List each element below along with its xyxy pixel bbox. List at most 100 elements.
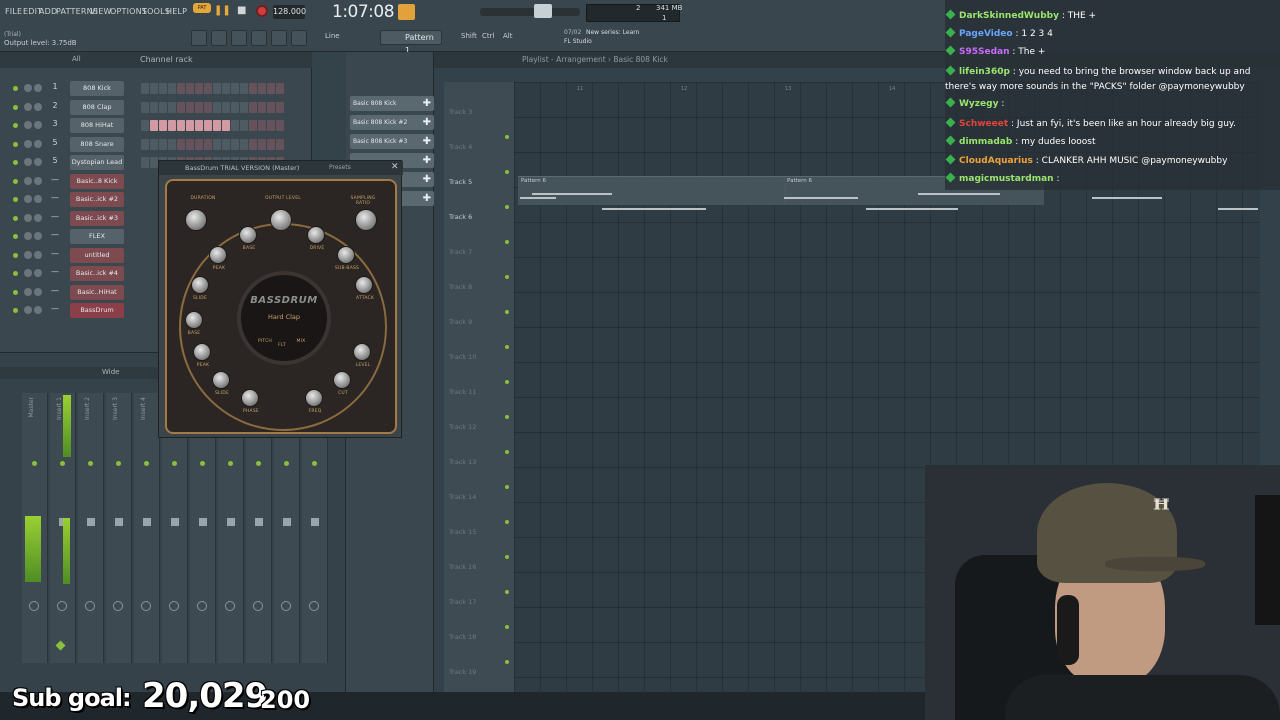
- channel-mixer-track[interactable]: —: [48, 286, 62, 295]
- track-mute-led[interactable]: [505, 485, 509, 489]
- mixer-send-knob[interactable]: [309, 601, 319, 611]
- mixer-strip-led[interactable]: [116, 461, 121, 466]
- track-label[interactable]: Track 3: [449, 108, 472, 116]
- channel-mute-led[interactable]: [13, 215, 18, 221]
- plus-icon[interactable]: ✚: [423, 134, 431, 149]
- step-button[interactable]: [141, 101, 149, 113]
- track-mute-led[interactable]: [505, 415, 509, 419]
- mixer-fader-handle[interactable]: [283, 518, 291, 526]
- channel-mixer-track[interactable]: 3: [48, 119, 62, 128]
- snap-select[interactable]: Line: [325, 32, 340, 40]
- sub-bass-knob[interactable]: [337, 246, 355, 264]
- channel-volume-knob[interactable]: [34, 121, 42, 129]
- step-button[interactable]: [276, 83, 284, 94]
- track-label[interactable]: Track 12: [449, 423, 476, 431]
- mixer-strip-led[interactable]: [32, 461, 37, 466]
- freq-knob[interactable]: [305, 389, 323, 407]
- mixer-send-knob[interactable]: [197, 601, 207, 611]
- track-mute-led[interactable]: [505, 135, 509, 139]
- channel-volume-knob[interactable]: [34, 269, 42, 277]
- step-button[interactable]: [159, 138, 167, 150]
- peak-2-knob[interactable]: [193, 343, 211, 361]
- channel-mixer-track[interactable]: —: [48, 267, 62, 276]
- step-button[interactable]: [213, 120, 221, 131]
- channel-mixer-track[interactable]: —: [48, 212, 62, 221]
- drive-knob[interactable]: [307, 226, 325, 244]
- step-button[interactable]: [186, 101, 194, 113]
- step-button[interactable]: [159, 120, 167, 131]
- mixer-send-knob[interactable]: [141, 601, 151, 611]
- channel-name-button[interactable]: Basic..ick #4: [70, 266, 124, 281]
- channel-mute-led[interactable]: [13, 123, 18, 128]
- chat-username[interactable]: magicmustardman: [959, 174, 1054, 184]
- track-mute-led[interactable]: [505, 555, 509, 559]
- menu-add[interactable]: ADD: [39, 7, 57, 16]
- channel-volume-knob[interactable]: [34, 102, 42, 111]
- step-button[interactable]: [195, 138, 203, 150]
- step-button[interactable]: [249, 138, 257, 150]
- chat-username[interactable]: dimmadab: [959, 137, 1012, 147]
- channel-volume-knob[interactable]: [34, 213, 42, 222]
- track-mute-led[interactable]: [505, 450, 509, 454]
- track-label[interactable]: Track 9: [449, 318, 472, 326]
- channel-mute-led[interactable]: [13, 252, 18, 258]
- channel-name-button[interactable]: 808 Snare: [70, 136, 124, 152]
- step-button[interactable]: [276, 120, 284, 131]
- channel-pan-knob[interactable]: [24, 287, 32, 296]
- channel-mute-led[interactable]: [13, 197, 18, 202]
- track-mute-led[interactable]: [505, 170, 509, 174]
- record-button[interactable]: [256, 5, 268, 17]
- step-button[interactable]: [267, 138, 275, 150]
- channel-mute-led[interactable]: [13, 289, 18, 295]
- track-label[interactable]: Track 10: [449, 353, 476, 361]
- play-pause-icon[interactable]: ❚❚: [214, 5, 231, 16]
- chat-username[interactable]: lifein360p: [959, 67, 1010, 77]
- step-button[interactable]: [204, 120, 212, 131]
- track-mute-led[interactable]: [505, 240, 509, 244]
- channel-mute-led[interactable]: [13, 234, 18, 239]
- snap-icon[interactable]: [191, 30, 207, 46]
- channel-name-button[interactable]: Basic..ick #2: [70, 192, 124, 207]
- slide-2-knob[interactable]: [212, 371, 230, 389]
- track-mute-led[interactable]: [505, 660, 509, 664]
- mixer-strip-led[interactable]: [172, 461, 177, 466]
- channel-volume-knob[interactable]: [34, 306, 42, 314]
- close-icon[interactable]: ✕: [391, 162, 399, 172]
- piano-roll-icon[interactable]: [231, 30, 247, 46]
- channel-mixer-track[interactable]: —: [48, 304, 62, 313]
- mixer-fader-handle[interactable]: [143, 518, 151, 526]
- channel-mute-led[interactable]: [13, 178, 18, 184]
- base-2-knob[interactable]: [185, 311, 203, 329]
- mixer-fader-handle[interactable]: [255, 518, 263, 526]
- master-volume-slider[interactable]: [480, 8, 580, 16]
- plugin-presets-button[interactable]: Presets: [329, 164, 351, 171]
- pattern-select[interactable]: Pattern 1: [380, 30, 442, 55]
- step-button[interactable]: [258, 83, 266, 94]
- step-button[interactable]: [195, 120, 203, 131]
- mixer-send-knob[interactable]: [253, 601, 263, 611]
- step-button[interactable]: [249, 83, 257, 94]
- step-button[interactable]: [213, 83, 221, 94]
- channel-volume-knob[interactable]: [34, 158, 42, 166]
- track-label[interactable]: Track 8: [449, 283, 472, 291]
- step-button[interactable]: [150, 157, 158, 168]
- step-button[interactable]: [267, 101, 275, 113]
- step-button[interactable]: [204, 138, 212, 150]
- mixer-fader-handle[interactable]: [171, 518, 179, 526]
- stop-icon[interactable]: ■: [237, 5, 246, 16]
- channel-volume-knob[interactable]: [34, 232, 42, 240]
- master-volume-handle[interactable]: [534, 4, 552, 18]
- shift-key-button[interactable]: Shift: [461, 32, 477, 40]
- mixer-strip-led[interactable]: [256, 461, 261, 466]
- step-button[interactable]: [204, 83, 212, 94]
- channel-pan-knob[interactable]: [24, 158, 32, 166]
- channel-mixer-track[interactable]: —: [48, 249, 62, 258]
- step-button[interactable]: [231, 138, 239, 150]
- step-button[interactable]: [258, 101, 266, 113]
- step-button[interactable]: [168, 83, 176, 94]
- step-button[interactable]: [195, 101, 203, 113]
- mixer-strip-led[interactable]: [60, 461, 65, 466]
- track-label[interactable]: Track 14: [449, 493, 476, 501]
- channel-mixer-track[interactable]: —: [48, 193, 62, 202]
- mixer-width-select[interactable]: Wide: [102, 368, 119, 376]
